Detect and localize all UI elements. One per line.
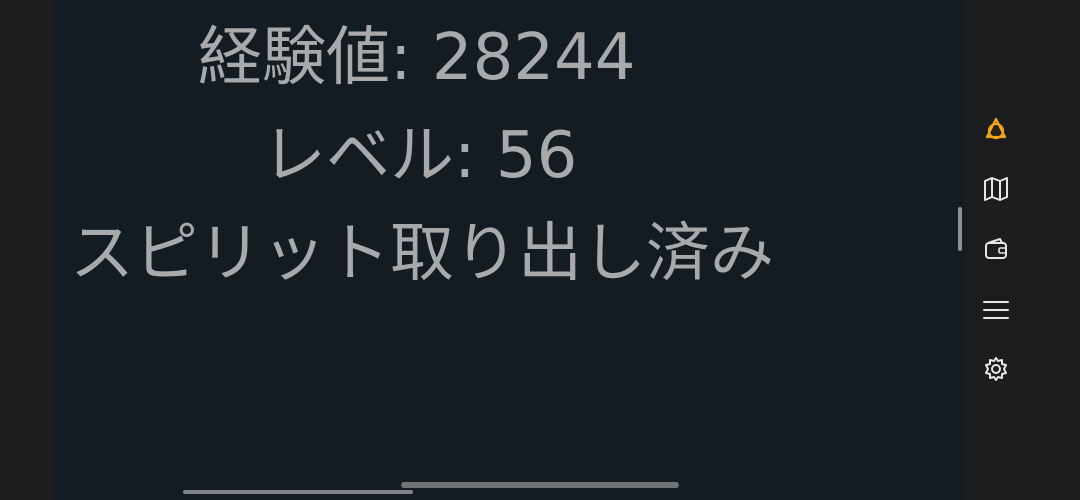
sidebar-item-map[interactable] xyxy=(980,173,1012,205)
left-gutter xyxy=(0,0,54,500)
level-text: レベル: 56 xyxy=(262,119,578,193)
home-indicator[interactable] xyxy=(401,482,679,488)
sidebar-item-settings[interactable] xyxy=(980,353,1012,385)
stats-panel[interactable]: 経験値: 28244 レベル: 56 スピリット取り出し済み xyxy=(54,0,964,500)
sidebar-item-wallet[interactable] xyxy=(980,233,1012,265)
gear-icon xyxy=(982,355,1010,383)
spirit-status-text: スピリット取り出し済み xyxy=(70,217,774,291)
horizontal-scroll-indicator[interactable] xyxy=(183,490,413,494)
vertical-scroll-indicator[interactable] xyxy=(958,207,962,251)
wallet-icon xyxy=(982,235,1010,263)
experience-text: 経験値: 28244 xyxy=(198,21,636,95)
map-icon xyxy=(982,175,1010,203)
sidebar-item-menu[interactable] xyxy=(980,293,1012,325)
sidebar-item-spirit[interactable] xyxy=(980,113,1012,145)
app-screen: 経験値: 28244 レベル: 56 スピリット取り出し済み xyxy=(0,0,1080,500)
spirit-ring-icon xyxy=(982,115,1010,143)
right-sidebar xyxy=(964,0,1080,500)
menu-icon xyxy=(982,295,1010,323)
